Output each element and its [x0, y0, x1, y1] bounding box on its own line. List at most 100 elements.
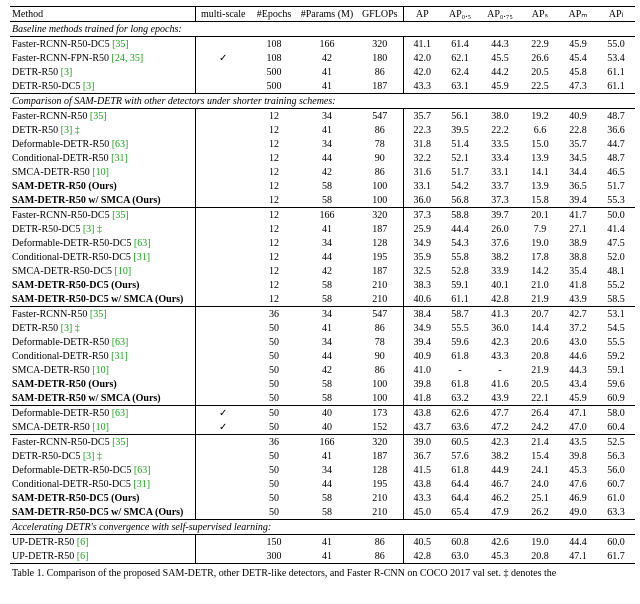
col-apm: APₘ	[559, 7, 597, 22]
cell-epochs: 108	[251, 51, 297, 65]
cell-multiscale	[195, 123, 251, 137]
cell-params: 44	[297, 151, 357, 165]
cell-ap: 25.9	[403, 222, 441, 236]
method-name: Conditional-DETR-R50-DC5	[12, 252, 131, 263]
table-row: DETR-R50-DC5 [3]5004118743.363.145.922.5…	[10, 79, 635, 94]
table-row: Conditional-DETR-R50-DC5 [31]124419535.9…	[10, 250, 635, 264]
cell-apm: 22.8	[559, 123, 597, 137]
cell-ap50: 62.4	[441, 65, 479, 79]
cell-params: 41	[297, 65, 357, 79]
method-name: Faster-RCNN-R50	[12, 111, 87, 122]
cell-ap50: 52.8	[441, 264, 479, 278]
cell-aps: 13.9	[521, 151, 559, 165]
cell-aps: 19.0	[521, 535, 559, 550]
cell-ap: 43.7	[403, 420, 441, 435]
reference: [35]	[112, 437, 129, 448]
table-row: SAM-DETR-R50-DC5 (Ours)505821043.364.446…	[10, 491, 635, 505]
cell-ap75: 38.2	[479, 250, 521, 264]
cell-epochs: 12	[251, 292, 297, 307]
cell-method: DETR-R50-DC5 [3]	[10, 79, 195, 94]
cell-apl: 51.7	[597, 179, 635, 193]
cell-method: SAM-DETR-R50-DC5 w/ SMCA (Ours)	[10, 292, 195, 307]
cell-ap75: 42.3	[479, 335, 521, 349]
cell-params: 58	[297, 278, 357, 292]
cell-apm: 46.9	[559, 491, 597, 505]
cell-apl: 48.1	[597, 264, 635, 278]
cell-gflops: 187	[357, 222, 403, 236]
reference: [6]	[77, 551, 89, 562]
cell-apm: 45.4	[559, 51, 597, 65]
col-apl: APₗ	[597, 7, 635, 22]
cell-method: Conditional-DETR-R50 [31]	[10, 151, 195, 165]
cell-ap50: 56.8	[441, 193, 479, 208]
col-ap50: AP₀.₅	[441, 7, 479, 22]
method-name: Deformable-DETR-R50	[12, 408, 109, 419]
cell-method: SAM-DETR-R50 w/ SMCA (Ours)	[10, 391, 195, 406]
reference: [3]	[83, 81, 95, 92]
cell-apm: 43.5	[559, 435, 597, 450]
cell-method: UP-DETR-R50 [6]	[10, 535, 195, 550]
cell-ap75: 40.1	[479, 278, 521, 292]
check-icon	[219, 408, 227, 419]
cell-multiscale	[195, 363, 251, 377]
cell-apm: 37.2	[559, 321, 597, 335]
cell-ap75: 33.9	[479, 264, 521, 278]
reference: [35]	[90, 309, 107, 320]
cell-gflops: 187	[357, 264, 403, 278]
cell-epochs: 12	[251, 236, 297, 250]
cell-gflops: 86	[357, 65, 403, 79]
cell-apl: 41.4	[597, 222, 635, 236]
cell-ap50: 59.6	[441, 335, 479, 349]
table-row: SMCA-DETR-R50 [10]12428631.651.733.114.1…	[10, 165, 635, 179]
reference: [3]	[61, 67, 73, 78]
cell-ap75: 41.3	[479, 307, 521, 322]
cell-apm: 47.1	[559, 549, 597, 564]
cell-apm: 44.3	[559, 363, 597, 377]
cell-apm: 43.9	[559, 292, 597, 307]
cell-ap: 39.4	[403, 335, 441, 349]
cell-apl: 61.1	[597, 65, 635, 79]
cell-method: Faster-RCNN-R50 [35]	[10, 307, 195, 322]
cell-aps: 19.2	[521, 109, 559, 124]
cell-method: Faster-RCNN-R50-DC5 [35]	[10, 435, 195, 450]
cell-multiscale	[195, 165, 251, 179]
col-gflops: GFLOPs	[357, 7, 403, 22]
cell-epochs: 50	[251, 463, 297, 477]
cell-gflops: 90	[357, 349, 403, 363]
cell-ap75: 33.5	[479, 137, 521, 151]
cell-apl: 52.5	[597, 435, 635, 450]
reference: [63]	[112, 139, 129, 150]
cell-params: 41	[297, 321, 357, 335]
reference: [3] ‡	[61, 125, 80, 136]
cell-multiscale	[195, 208, 251, 223]
cell-apl: 54.5	[597, 321, 635, 335]
method-name: SAM-DETR-R50-DC5 w/ SMCA (Ours)	[12, 507, 183, 518]
cell-ap50: 57.6	[441, 449, 479, 463]
cell-params: 41	[297, 79, 357, 94]
cell-params: 42	[297, 165, 357, 179]
method-name: DETR-R50-DC5	[12, 81, 80, 92]
cell-apl: 36.6	[597, 123, 635, 137]
cell-ap75: 37.6	[479, 236, 521, 250]
cell-ap50: 59.1	[441, 278, 479, 292]
cell-aps: 13.9	[521, 179, 559, 193]
cell-ap75: 46.2	[479, 491, 521, 505]
cell-gflops: 187	[357, 79, 403, 94]
cell-gflops: 86	[357, 165, 403, 179]
table-row: DETR-R50-DC5 [3] ‡124118725.944.426.07.9…	[10, 222, 635, 236]
table-row: SMCA-DETR-R50 [10]504015243.763.647.224.…	[10, 420, 635, 435]
cell-ap75: 41.6	[479, 377, 521, 391]
cell-ap50: 55.5	[441, 321, 479, 335]
cell-apl: 61.1	[597, 79, 635, 94]
cell-ap50: 51.7	[441, 165, 479, 179]
cell-ap75: 42.3	[479, 435, 521, 450]
cell-ap: 39.8	[403, 377, 441, 391]
cell-apm: 43.4	[559, 377, 597, 391]
cell-ap: 38.3	[403, 278, 441, 292]
cell-params: 44	[297, 349, 357, 363]
cell-apl: 44.7	[597, 137, 635, 151]
method-name: Faster-RCNN-R50-DC5	[12, 210, 110, 221]
cell-apl: 50.0	[597, 208, 635, 223]
cell-gflops: 100	[357, 377, 403, 391]
cell-gflops: 78	[357, 137, 403, 151]
